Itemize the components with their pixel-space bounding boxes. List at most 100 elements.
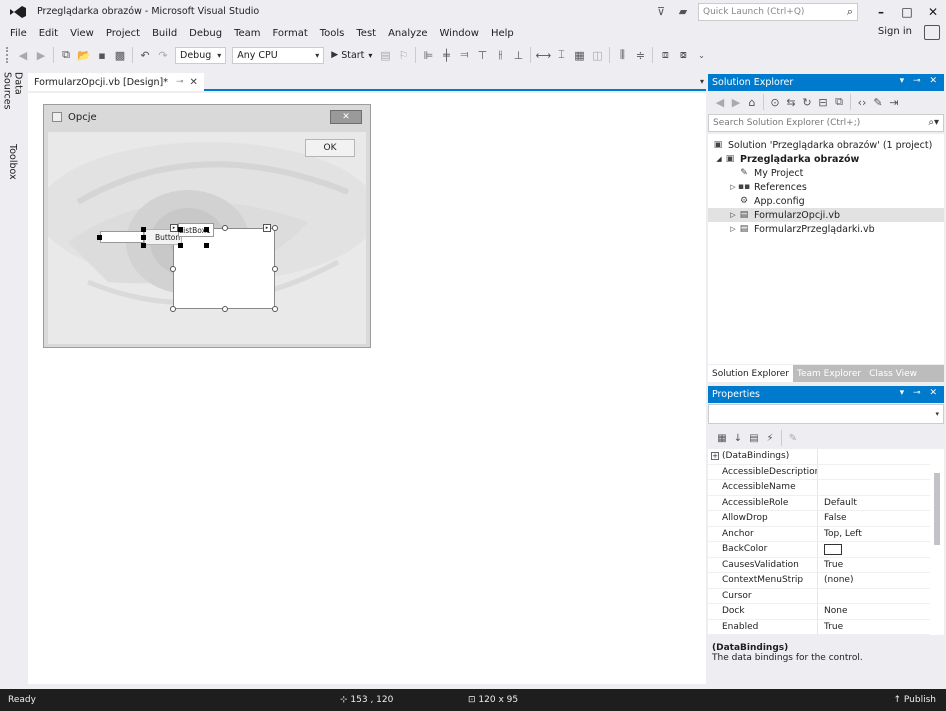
menu-build[interactable]: Build — [146, 28, 183, 39]
property-value[interactable]: Top, Left — [818, 529, 862, 539]
collapsed-triangle-icon[interactable]: ▷ — [728, 225, 738, 233]
start-button[interactable]: ▶ Start ▾ — [327, 50, 376, 61]
collapsed-triangle-icon[interactable]: ▷ — [728, 183, 738, 191]
property-row[interactable]: CausesValidation True — [708, 557, 930, 573]
tree-item-formularz-przegladarki[interactable]: ▷ ▤ FormularzPrzeglądarki.vb — [728, 222, 874, 236]
ok-button[interactable]: OK — [305, 139, 355, 157]
menu-edit[interactable]: Edit — [33, 28, 64, 39]
expand-icon[interactable]: + — [711, 452, 719, 461]
properties-header[interactable]: Properties ▾ ⊸ ✕ — [708, 386, 944, 403]
expanded-triangle-icon[interactable]: ◢ — [714, 155, 724, 163]
events-lightning-icon[interactable]: ⚡ — [762, 429, 778, 447]
property-value[interactable]: True — [818, 622, 843, 632]
panel-window-icons[interactable]: ▾ ⊸ ✕ — [900, 388, 940, 398]
menu-test[interactable]: Test — [350, 28, 382, 39]
refresh-icon[interactable]: ↻ — [799, 93, 815, 111]
property-value[interactable]: True — [818, 560, 843, 570]
bring-to-front-icon[interactable]: ⧈ — [656, 46, 674, 64]
resize-handle[interactable] — [170, 266, 176, 272]
properties-wrench-icon[interactable]: ✎ — [870, 93, 886, 111]
pending-changes-icon[interactable]: ⊙ — [767, 93, 783, 111]
vertical-spacing-icon[interactable]: ≑ — [631, 46, 649, 64]
property-row[interactable]: BackColor — [708, 542, 930, 558]
home-icon[interactable]: ⌂ — [744, 93, 760, 111]
tab-solution-explorer[interactable]: Solution Explorer — [708, 365, 793, 382]
property-row[interactable]: AccessibleName — [708, 480, 930, 496]
menu-analyze[interactable]: Analyze — [382, 28, 433, 39]
tree-item-app-config[interactable]: ⚙ App.config — [738, 194, 805, 208]
resize-handle[interactable] — [141, 243, 146, 248]
collapse-all-icon[interactable]: ⊟ — [815, 93, 831, 111]
property-row[interactable]: ContextMenuStrip (none) — [708, 573, 930, 589]
property-row[interactable]: AllowDrop False — [708, 511, 930, 527]
size-to-grid-icon[interactable]: ▦ — [570, 46, 588, 64]
tree-item-project[interactable]: ◢ ▣ Przeglądarka obrazów — [714, 152, 859, 166]
menu-project[interactable]: Project — [100, 28, 146, 39]
panel-window-icons[interactable]: ▾ ⊸ ✕ — [900, 76, 940, 86]
tree-item-solution[interactable]: ▣ Solution 'Przeglądarka obrazów' (1 pro… — [712, 138, 933, 152]
textbox-control[interactable] — [100, 231, 144, 243]
resize-handle[interactable] — [204, 227, 209, 232]
property-value[interactable]: False — [818, 513, 847, 523]
align-middles-icon[interactable]: ⫲ — [491, 46, 509, 64]
solution-platform-select[interactable]: Any CPU ▾ — [232, 46, 325, 64]
sync-icon[interactable]: ⇆ — [783, 93, 799, 111]
align-lefts-icon[interactable]: ⊫ — [419, 46, 437, 64]
menu-team[interactable]: Team — [228, 28, 266, 39]
listbox-control[interactable] — [173, 228, 275, 309]
property-row[interactable]: AccessibleDescription — [708, 464, 930, 480]
alphabetical-icon[interactable]: ↓ — [730, 429, 746, 447]
quick-launch-input[interactable]: Quick Launch (Ctrl+Q) ⌕ — [698, 2, 858, 21]
smart-tag-icon[interactable]: ▸ — [170, 224, 178, 232]
browser-link-icon[interactable]: ▤ — [376, 46, 394, 64]
undo-icon[interactable]: ↶ — [136, 46, 154, 64]
resize-handle[interactable] — [272, 266, 278, 272]
resize-handle[interactable] — [170, 306, 176, 312]
toolbar-grip[interactable] — [6, 47, 10, 63]
sign-in-link[interactable]: Sign in — [878, 26, 912, 37]
back-icon[interactable]: ◀ — [712, 93, 728, 111]
bookmark-icon[interactable]: ⚐ — [394, 46, 412, 64]
view-code-icon[interactable]: ‹› — [854, 93, 870, 111]
close-button[interactable]: ✕ — [920, 0, 946, 23]
make-same-height-icon[interactable]: ⌶ — [552, 46, 570, 64]
property-row[interactable]: AccessibleRole Default — [708, 495, 930, 511]
account-feedback-icon[interactable] — [924, 25, 940, 40]
forward-icon[interactable]: ▶ — [32, 46, 50, 64]
menu-format[interactable]: Format — [267, 28, 314, 39]
resize-handle[interactable] — [222, 225, 228, 231]
resize-handle[interactable] — [272, 225, 278, 231]
property-row[interactable]: Dock None — [708, 604, 930, 620]
menu-file[interactable]: File — [4, 28, 33, 39]
collapsed-triangle-icon[interactable]: ▷ — [728, 211, 738, 219]
redo-icon[interactable]: ↷ — [154, 46, 172, 64]
menu-tools[interactable]: Tools — [314, 28, 351, 39]
tab-team-explorer[interactable]: Team Explorer — [793, 365, 866, 382]
back-icon[interactable]: ◀ — [14, 46, 32, 64]
horizontal-spacing-icon[interactable]: ⫼ — [613, 46, 631, 64]
resize-handle[interactable] — [141, 235, 146, 240]
form-client-area[interactable]: OK Button1 ListBox1 ▸ ▸ — [48, 132, 366, 344]
show-all-files-icon[interactable]: ⧉ — [831, 93, 847, 111]
property-pages-icon[interactable]: ✎ — [785, 429, 801, 447]
tab-class-view[interactable]: Class View — [865, 365, 922, 382]
resize-handle[interactable] — [141, 227, 146, 232]
pin-icon[interactable]: ⊸ — [176, 77, 184, 87]
categorized-icon[interactable]: ▦ — [714, 429, 730, 447]
property-row[interactable]: Anchor Top, Left — [708, 526, 930, 542]
form-close-button[interactable]: ✕ — [330, 110, 362, 124]
tree-item-formularz-opcji[interactable]: ▷ ▤ FormularzOpcji.vb — [708, 208, 944, 222]
properties-scrollbar[interactable] — [932, 449, 942, 635]
solution-explorer-search-input[interactable]: Search Solution Explorer (Ctrl+;) ⌕▾ — [708, 114, 944, 132]
document-tab[interactable]: FormularzOpcji.vb [Design]* ⊸ ✕ — [28, 73, 204, 91]
preview-icon[interactable]: ⇥ — [886, 93, 902, 111]
tree-item-my-project[interactable]: ✎ My Project — [738, 166, 803, 180]
align-bottoms-icon[interactable]: ⊥ — [509, 46, 527, 64]
publish-button[interactable]: ↑ Publish — [894, 695, 937, 705]
properties-object-select[interactable]: ▾ — [708, 404, 944, 424]
property-row[interactable]: Enabled True — [708, 619, 930, 635]
property-value[interactable]: Default — [818, 498, 857, 508]
notifications-filter-icon[interactable]: ⊽ — [654, 5, 668, 19]
make-same-width-icon[interactable]: ⟷ — [534, 46, 552, 64]
data-sources-tab[interactable]: Data Sources — [2, 72, 24, 134]
